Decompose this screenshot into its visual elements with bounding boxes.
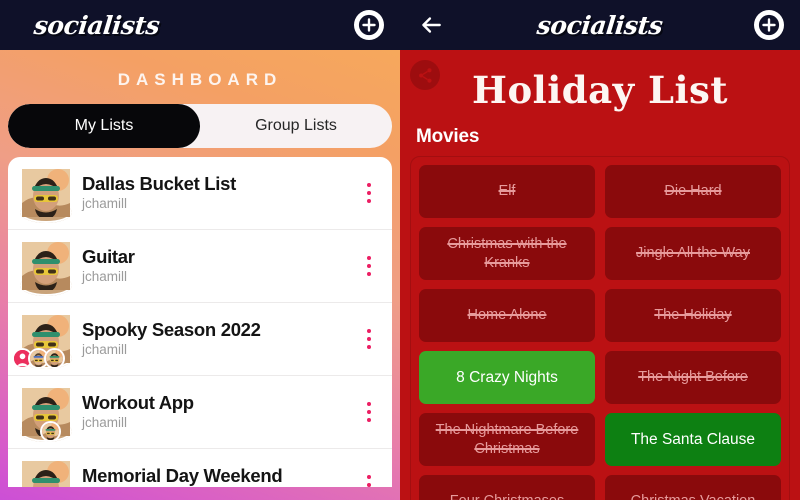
list-item-title: Dallas Bucket List [82,173,236,194]
list-item-title: Guitar [82,246,135,267]
list-item[interactable]: Guitar jchamill [8,230,392,303]
movie-tile[interactable]: Four Christmases [419,475,595,500]
tab-group-lists[interactable]: Group Lists [200,104,392,148]
list-item-owner: jchamill [82,342,128,357]
list-item-menu-button[interactable] [360,402,378,422]
avatar [20,169,72,223]
movie-tile[interactable]: 8 Crazy Nights [419,351,595,404]
plus-icon [358,14,380,36]
list-item-text: Memorial Day Weekendjchamill [68,465,360,487]
member-avatar [44,348,65,369]
avatar [12,315,72,369]
list-item-title: Workout App [82,392,194,413]
movies-grid: Elf Die Hard Christmas with the Kranks Jing… [419,165,781,500]
list-item[interactable]: Memorial Day Weekendjchamill [8,449,392,487]
lists-container: Dallas Bucket List jchamill Guitar jchamill… [8,157,392,487]
movie-tile[interactable]: Jingle All the Way [605,227,781,280]
left-topbar: socialists [0,0,400,50]
list-item-title: Spooky Season 2022 [82,319,261,340]
list-item-menu-button[interactable] [360,256,378,276]
share-icon [418,67,432,83]
owner-avatar [20,242,72,296]
plus-icon [758,14,780,36]
list-item[interactable]: Spooky Season 2022 jchamill [8,303,392,376]
movie-tile[interactable]: Christmas with the Kranks [419,227,595,280]
page-title: DASHBOARD [117,70,283,89]
right-topbar: socialists [400,0,800,50]
avatar [20,461,70,487]
list-item-owner: jchamill [82,269,128,284]
add-item-button[interactable] [754,10,784,40]
back-arrow-icon[interactable] [418,12,444,38]
list-item-title: Memorial Day Weekend [82,465,283,486]
movie-tile[interactable]: Die Hard [605,165,781,218]
movie-tile[interactable]: Home Alone [419,289,595,342]
list-item-text: Spooky Season 2022 jchamill [68,319,360,359]
movies-grid-container: Elf Die Hard Christmas with the Kranks Jing… [410,156,790,500]
dashboard-screen: socialists DASHBOARD My Lists Group List… [0,0,400,500]
holiday-body: Holiday List Movies Elf Die Hard Christmas… [400,50,800,500]
member-avatars [12,348,65,369]
movie-tile[interactable]: Christmas Vacation [605,475,781,500]
movie-tile[interactable]: The Holiday [605,289,781,342]
list-item[interactable]: Workout App jchamill [8,376,392,449]
list-scope-toggle: My Lists Group Lists [8,104,392,148]
app-logo: socialists [535,10,665,40]
tab-my-lists[interactable]: My Lists [8,104,200,148]
app-logo: socialists [32,10,161,40]
movie-tile[interactable]: Elf [419,165,595,218]
movie-tile[interactable]: The Nightmare Before Christmas [419,413,595,466]
section-header-movies: Movies [416,126,480,147]
list-item-text: Dallas Bucket List jchamill [68,173,360,213]
avatar [20,388,72,442]
movie-tile[interactable]: The Santa Clause [605,413,781,466]
member-avatar [40,421,61,442]
dual-screen-container: socialists DASHBOARD My Lists Group List… [0,0,800,500]
list-item-menu-button[interactable] [360,329,378,349]
share-button[interactable] [410,60,440,90]
list-item-owner: jchamill [82,196,128,211]
movie-tile[interactable]: The Night Before [605,351,781,404]
avatar [20,242,72,296]
list-item-owner: jchamill [82,415,128,430]
dashboard-body: DASHBOARD My Lists Group Lists Dallas Bu… [0,50,400,500]
list-item-text: Guitar jchamill [68,246,360,286]
list-item-text: Workout App jchamill [68,392,360,432]
list-item[interactable]: Dallas Bucket List jchamill [8,157,392,230]
add-list-button[interactable] [354,10,384,40]
list-title: Holiday List [472,68,728,112]
owner-avatar [20,169,72,223]
list-item-menu-button[interactable] [360,183,378,203]
member-avatars [12,421,61,442]
list-item-menu-button[interactable] [360,475,378,487]
holiday-list-screen: socialists Holiday List Movies Elf Die H… [400,0,800,500]
